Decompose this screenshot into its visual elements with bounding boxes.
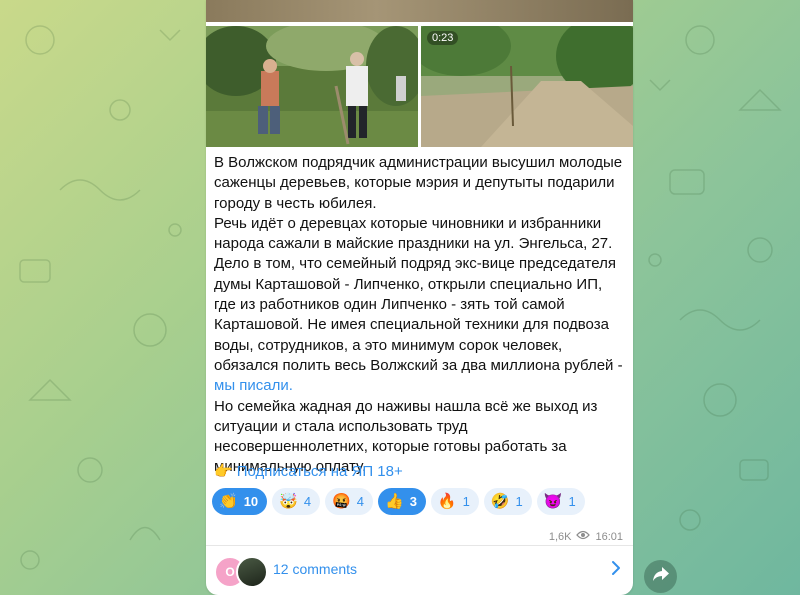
- previous-media-strip[interactable]: [206, 0, 633, 26]
- reaction-count: 3: [409, 494, 417, 509]
- comments-count-label: 12 comments: [273, 561, 358, 577]
- subscribe-link[interactable]: 👉 Подписаться на ЯП 18+: [214, 462, 403, 480]
- post-paragraph-text: Дело в том, что семейный подряд экс-вице…: [214, 255, 623, 374]
- post-meta: 1,6K 16:01: [549, 530, 623, 543]
- post-video-thumbnail[interactable]: 0:23: [421, 26, 633, 147]
- reaction-devil[interactable]: 😈 1: [536, 488, 585, 515]
- post-paragraph: Речь идёт о деревцах которые чиновники и…: [214, 214, 613, 253]
- post-text: В Волжском подрядчик администрации высуш…: [214, 153, 624, 478]
- reaction-count: 4: [356, 494, 364, 509]
- rofl-icon: 🤣: [490, 493, 510, 510]
- divider: [206, 545, 633, 546]
- post-paragraph: Дело в том, что семейный подряд экс-вице…: [214, 254, 624, 396]
- reaction-count: 4: [303, 494, 312, 509]
- comments-button[interactable]: О 12 comments: [206, 548, 633, 593]
- reaction-fire[interactable]: 🔥 1: [430, 488, 479, 515]
- subscribe-link-text: Подписаться на ЯП 18+: [236, 463, 403, 480]
- eye-icon: [576, 530, 591, 543]
- thumbs-up-icon: 👍: [385, 493, 404, 510]
- chevron-right-icon: [609, 558, 623, 583]
- reaction-count: 10: [243, 494, 259, 509]
- reaction-rofl[interactable]: 🤣 1: [483, 488, 532, 515]
- clap-icon: 👏: [219, 493, 238, 510]
- post-photo-tree-planting[interactable]: [206, 26, 418, 147]
- devil-icon: 😈: [543, 493, 563, 510]
- reaction-swearing[interactable]: 🤬 4: [325, 488, 373, 515]
- commenter-avatar: [236, 556, 268, 588]
- video-duration-badge: 0:23: [427, 31, 459, 45]
- channel-post-bubble: 0:23 В Волжском подрядчик администрации …: [206, 0, 633, 595]
- view-count: 1,6K: [548, 530, 572, 543]
- reaction-count: 1: [515, 494, 523, 509]
- fire-icon: 🔥: [437, 493, 457, 510]
- reaction-count: 1: [462, 494, 470, 509]
- share-arrow-icon: [652, 566, 670, 587]
- reaction-mind-blown[interactable]: 🤯 4: [272, 488, 321, 515]
- reactions-bar: 👏 10 🤯 4 🤬 4 👍 3 🔥 1 🤣 1 😈 1: [212, 488, 585, 515]
- pointing-hand-icon: 👉: [214, 463, 233, 480]
- forward-share-button[interactable]: [644, 560, 677, 593]
- post-time: 16:01: [595, 530, 623, 543]
- post-paragraph: В Волжском подрядчик администрации высуш…: [214, 154, 623, 212]
- swearing-face-icon: 🤬: [332, 493, 351, 510]
- mind-blown-icon: 🤯: [279, 493, 298, 510]
- we-wrote-link[interactable]: мы писали.: [214, 377, 293, 394]
- reaction-thumbs-up[interactable]: 👍 3: [378, 488, 426, 515]
- reaction-count: 1: [568, 494, 576, 509]
- reaction-clap[interactable]: 👏 10: [212, 488, 268, 515]
